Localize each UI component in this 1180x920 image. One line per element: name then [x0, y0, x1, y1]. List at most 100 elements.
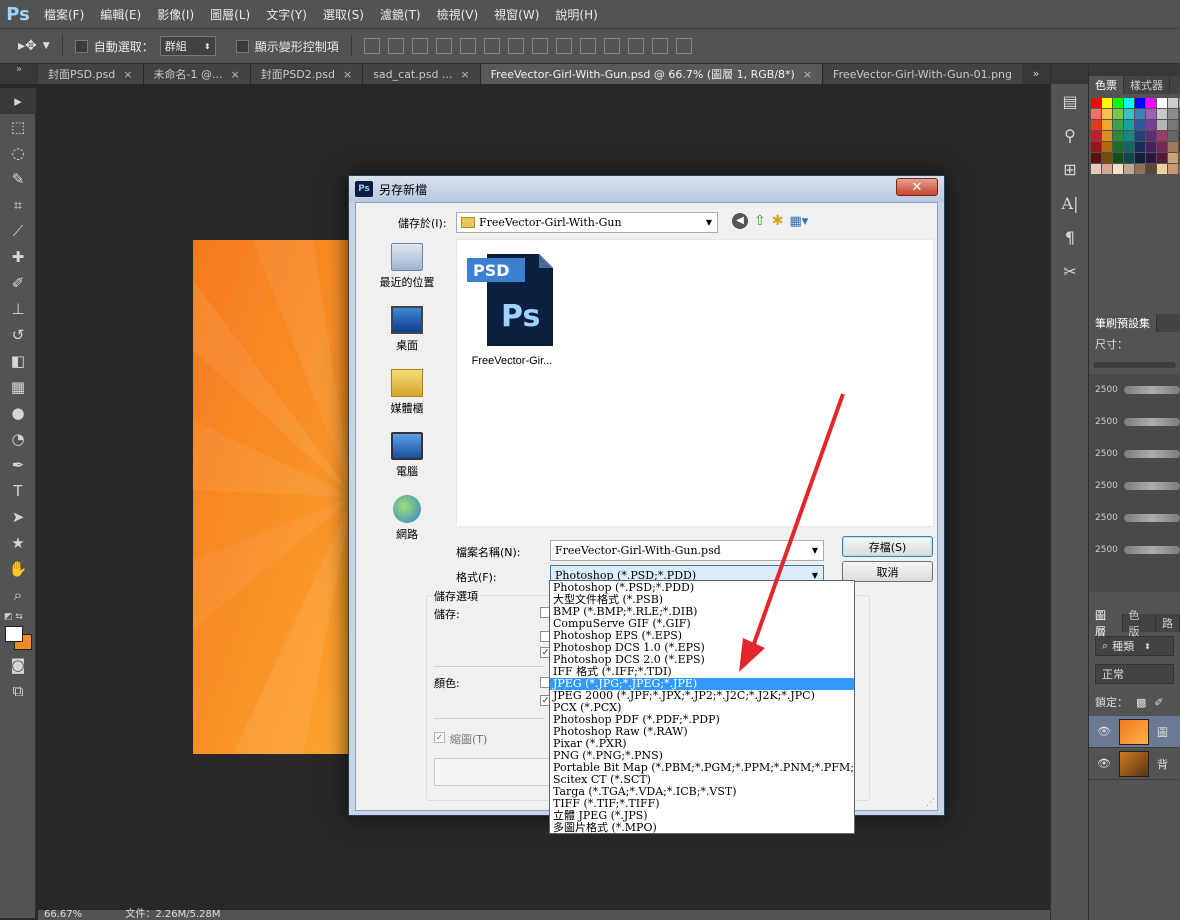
- menu-item[interactable]: 檢視(V): [429, 6, 487, 23]
- layer-row-2[interactable]: 👁 背: [1089, 748, 1180, 780]
- chevron-down-icon[interactable]: ▼: [807, 546, 823, 555]
- format-option[interactable]: Photoshop DCS 1.0 (*.EPS): [550, 642, 854, 654]
- quick-select-tool-icon[interactable]: ✎: [0, 166, 36, 192]
- paragraph-icon[interactable]: ¶: [1051, 220, 1089, 254]
- color-swatch[interactable]: [1146, 120, 1156, 130]
- up-folder-icon[interactable]: ⇧: [754, 213, 766, 229]
- color-swatch[interactable]: [1102, 131, 1112, 141]
- color-swatch[interactable]: [1091, 164, 1101, 174]
- pen-tool-icon[interactable]: ✒: [0, 452, 36, 478]
- color-swatch[interactable]: [1135, 109, 1145, 119]
- color-swatch[interactable]: [1146, 109, 1156, 119]
- view-menu-icon[interactable]: ▦▾: [789, 214, 808, 229]
- align-icon[interactable]: [387, 38, 404, 54]
- lock-transparency-icon[interactable]: ▩: [1136, 696, 1146, 709]
- tab-layers[interactable]: 圖層: [1089, 609, 1123, 638]
- format-dropdown-list[interactable]: Photoshop (*.PSD;*.PDD) 大型文件格式 (*.PSB) BMP…: [549, 580, 855, 834]
- menu-item[interactable]: 說明(H): [547, 6, 605, 23]
- healing-tool-icon[interactable]: ✚: [0, 244, 36, 270]
- color-swatch[interactable]: [1168, 98, 1178, 108]
- align-icon[interactable]: [627, 38, 644, 54]
- close-icon[interactable]: ×: [230, 68, 239, 81]
- stamp-tool-icon[interactable]: ⊥: [0, 296, 36, 322]
- doc-tab[interactable]: 封面PSD.psd ×: [38, 64, 144, 84]
- color-swatch[interactable]: [1091, 109, 1101, 119]
- place-computer[interactable]: 電腦: [374, 432, 440, 479]
- color-swatch[interactable]: [1135, 142, 1145, 152]
- path-select-tool-icon[interactable]: ➤: [0, 504, 36, 530]
- tab-swatches[interactable]: 色票: [1089, 76, 1124, 94]
- color-swatch[interactable]: [1113, 98, 1123, 108]
- menu-item[interactable]: 文字(Y): [258, 6, 315, 23]
- color-swatch[interactable]: [1113, 142, 1123, 152]
- doc-tab[interactable]: 封面PSD2.psd ×: [250, 64, 364, 84]
- lock-paint-icon[interactable]: ✐: [1154, 696, 1163, 709]
- chevron-down-icon[interactable]: ▼: [43, 41, 50, 51]
- color-swatch[interactable]: [1124, 153, 1134, 163]
- brush-preset[interactable]: 2500: [1089, 374, 1180, 406]
- brush-tool-icon[interactable]: ✐: [0, 270, 36, 296]
- color-swatch[interactable]: [1113, 120, 1123, 130]
- menu-item[interactable]: 濾鏡(T): [372, 6, 429, 23]
- align-icon[interactable]: [603, 38, 620, 54]
- format-option[interactable]: Photoshop EPS (*.EPS): [550, 630, 854, 642]
- save-button[interactable]: 存檔(S): [842, 536, 933, 557]
- align-icon[interactable]: [483, 38, 500, 54]
- adjustments-icon[interactable]: ⊞: [1051, 152, 1089, 186]
- color-picker[interactable]: ◩ ⇆: [0, 608, 35, 652]
- color-swatch[interactable]: [1135, 153, 1145, 163]
- gradient-tool-icon[interactable]: ▦: [0, 374, 36, 400]
- color-swatch[interactable]: [1146, 142, 1156, 152]
- thumbnail-checkbox[interactable]: [434, 732, 445, 743]
- color-swatch[interactable]: [1091, 98, 1101, 108]
- format-option[interactable]: 立體 JPEG (*.JPS): [550, 810, 854, 822]
- color-swatch[interactable]: [1146, 98, 1156, 108]
- filename-input[interactable]: FreeVector-Girl-With-Gun.psd ▼: [550, 540, 824, 561]
- format-option[interactable]: Photoshop DCS 2.0 (*.EPS): [550, 654, 854, 666]
- format-option[interactable]: BMP (*.BMP;*.RLE;*.DIB): [550, 606, 854, 618]
- eraser-tool-icon[interactable]: ◧: [0, 348, 36, 374]
- color-swatch[interactable]: [1135, 131, 1145, 141]
- format-option[interactable]: Photoshop (*.PSD;*.PDD): [550, 582, 854, 594]
- file-list[interactable]: PSD Ps FreeVector-Gir...: [456, 239, 934, 527]
- menu-item[interactable]: 圖層(L): [202, 6, 258, 23]
- place-libraries[interactable]: 媒體櫃: [374, 369, 440, 416]
- format-option[interactable]: Pixar (*.PXR): [550, 738, 854, 750]
- color-swatch[interactable]: [1113, 153, 1123, 163]
- tools-preset-icon[interactable]: ✂: [1051, 254, 1089, 288]
- color-swatch[interactable]: [1124, 142, 1134, 152]
- align-icon[interactable]: [363, 38, 380, 54]
- color-swatch[interactable]: [1157, 98, 1167, 108]
- auto-select-checkbox[interactable]: [74, 39, 88, 53]
- tab-brush-presets[interactable]: 筆刷預設集: [1089, 314, 1157, 332]
- properties-icon[interactable]: ⚲: [1051, 118, 1089, 152]
- history-brush-tool-icon[interactable]: ↺: [0, 322, 36, 348]
- color-swatch[interactable]: [1157, 164, 1167, 174]
- align-icon[interactable]: [531, 38, 548, 54]
- doc-tab[interactable]: FreeVector-Girl-With-Gun.psd @ 66.7% (圖層…: [480, 64, 824, 84]
- color-swatch[interactable]: [1091, 120, 1101, 130]
- align-icon[interactable]: [555, 38, 572, 54]
- format-option[interactable]: Scitex CT (*.SCT): [550, 774, 854, 786]
- menu-item[interactable]: 選取(S): [315, 6, 372, 23]
- eye-icon[interactable]: 👁: [1097, 757, 1111, 770]
- color-swatch[interactable]: [1135, 120, 1145, 130]
- blur-tool-icon[interactable]: ●: [0, 400, 36, 426]
- brush-preset[interactable]: 2500: [1089, 470, 1180, 502]
- format-option[interactable]: 大型文件格式 (*.PSB): [550, 594, 854, 606]
- tab-channels[interactable]: 色版: [1123, 609, 1156, 638]
- auto-select-dropdown[interactable]: 群組 ⬍: [159, 36, 216, 56]
- align-icon[interactable]: [507, 38, 524, 54]
- color-swatch[interactable]: [1168, 131, 1178, 141]
- foreground-color-swatch[interactable]: [5, 626, 23, 642]
- align-icon[interactable]: [411, 38, 428, 54]
- color-swatch[interactable]: [1124, 120, 1134, 130]
- close-icon[interactable]: ×: [460, 68, 469, 81]
- color-swatch[interactable]: [1146, 131, 1156, 141]
- default-colors-icon[interactable]: ◩ ⇆: [4, 612, 23, 622]
- menu-item[interactable]: 檔案(F): [36, 6, 92, 23]
- save-in-dropdown[interactable]: FreeVector-Girl-With-Gun ▼: [456, 212, 718, 233]
- brush-preset[interactable]: 2500: [1089, 438, 1180, 470]
- layer-row-1[interactable]: 👁 圖: [1089, 716, 1180, 748]
- color-swatch[interactable]: [1091, 131, 1101, 141]
